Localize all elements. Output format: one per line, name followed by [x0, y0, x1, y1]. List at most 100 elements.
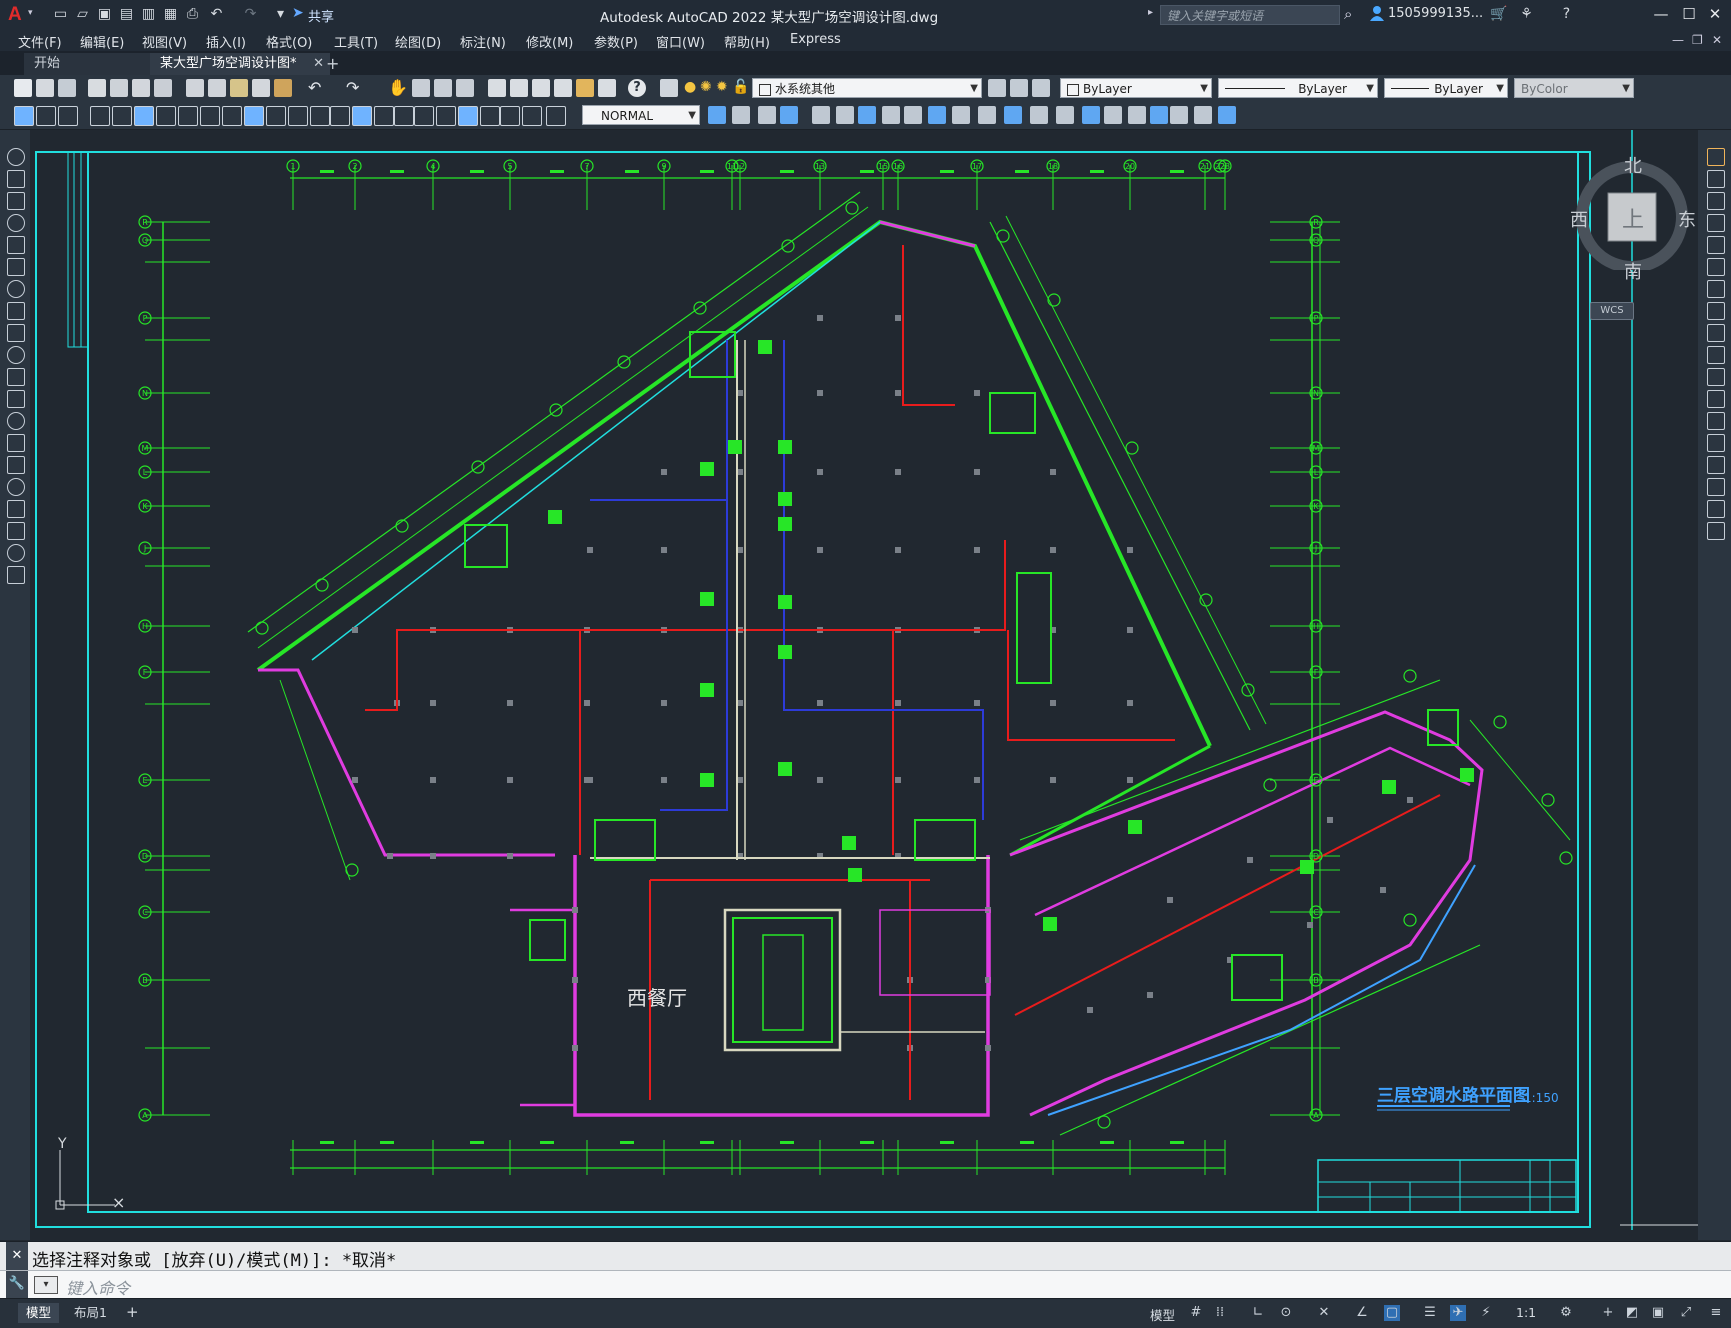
model-space-toggle[interactable]: 模型 — [1150, 1305, 1175, 1324]
minimize-window-icon[interactable]: — — [1650, 4, 1672, 24]
modify-tool-icon[interactable] — [1707, 302, 1725, 320]
recent-commands-icon[interactable]: ▾ — [34, 1276, 58, 1294]
dimension-tool-icon[interactable] — [436, 106, 456, 126]
viewcube-west[interactable]: 西 — [1570, 206, 1588, 232]
menu-tools[interactable]: 工具(T) — [334, 32, 378, 51]
dimension-tool-icon[interactable] — [58, 106, 78, 126]
dimension-tool-icon[interactable] — [112, 106, 132, 126]
user-name[interactable]: 1505999135... — [1388, 6, 1483, 21]
tab-drawing[interactable]: 某大型广场空调设计图* ✕ — [150, 53, 330, 75]
draw-tool-icon[interactable] — [7, 280, 25, 298]
modify-tool-icon[interactable] — [1707, 236, 1725, 254]
plotstyle-dropdown[interactable]: ByColor ▼ — [1514, 78, 1634, 98]
dimension-tool-icon[interactable] — [522, 106, 542, 126]
menu-edit[interactable]: 编辑(E) — [80, 32, 124, 51]
redo-toolbar-icon[interactable]: ↷ — [346, 78, 359, 97]
menu-file[interactable]: 文件(F) — [18, 32, 62, 51]
menu-window[interactable]: 窗口(W) — [656, 32, 705, 51]
help-toolbar-icon[interactable]: ? — [628, 79, 646, 97]
app-menu-chevron-icon[interactable]: ▾ — [28, 8, 33, 18]
color-dropdown[interactable]: ByLayer ▼ — [1060, 78, 1212, 98]
dimension-tool-icon[interactable] — [288, 106, 308, 126]
modify-tool-icon[interactable] — [1707, 412, 1725, 430]
modify-tool-icon[interactable] — [1707, 522, 1725, 540]
menu-dimension[interactable]: 标注(N) — [460, 32, 506, 51]
viewcube[interactable]: 北 南 西 东 上 — [1568, 150, 1696, 283]
draw-tool-icon[interactable] — [7, 214, 25, 232]
close-command-icon[interactable]: ✕ — [6, 1248, 28, 1263]
dimension-tool-icon[interactable] — [266, 106, 286, 126]
autocad-logo-icon[interactable]: A — [8, 4, 28, 25]
modify-tool-icon[interactable] — [952, 106, 970, 124]
viewcube-south[interactable]: 南 — [1624, 258, 1642, 284]
dimension-tool-icon[interactable] — [374, 106, 394, 126]
modify-tool-icon[interactable] — [1056, 106, 1074, 124]
redo-icon[interactable]: ↷ — [242, 6, 259, 22]
layer-viewport-freeze-icon[interactable]: ✹ — [716, 79, 728, 95]
modify-tool-icon[interactable] — [882, 106, 900, 124]
modify-tool-icon[interactable] — [1707, 390, 1725, 408]
modify-tool-icon[interactable] — [780, 106, 798, 124]
draw-tool-icon[interactable] — [7, 148, 25, 166]
ortho-icon[interactable]: ∟ — [1250, 1305, 1266, 1321]
modify-tool-icon[interactable] — [1218, 106, 1236, 124]
dimension-tool-icon[interactable] — [480, 106, 500, 126]
doc-restore-icon[interactable]: ❐ — [1692, 33, 1703, 47]
draw-tool-icon[interactable] — [7, 192, 25, 210]
draw-tool-icon[interactable] — [7, 544, 25, 562]
undo-toolbar-icon[interactable]: ↶ — [308, 78, 321, 97]
plus-icon[interactable]: + — [1600, 1305, 1616, 1321]
dimension-tool-icon[interactable] — [178, 106, 198, 126]
tab-close-icon[interactable]: ✕ — [313, 53, 324, 75]
layer-on-icon[interactable]: ● — [684, 79, 696, 95]
tab-model[interactable]: 模型 — [18, 1303, 60, 1323]
pan-icon[interactable]: ✋ — [388, 78, 408, 97]
new-icon[interactable] — [14, 79, 32, 97]
fullscreen-icon[interactable]: ⤢ — [1678, 1305, 1694, 1321]
dimension-tool-icon[interactable] — [546, 106, 566, 126]
dimension-tool-icon[interactable] — [414, 106, 434, 126]
snap-icon[interactable]: ⁞⁞ — [1212, 1305, 1228, 1321]
draw-tool-icon[interactable] — [7, 236, 25, 254]
search-icon[interactable]: ⌕ — [1344, 5, 1352, 23]
share-icon[interactable]: ➤ — [292, 5, 304, 21]
isometric-icon[interactable]: ∠ — [1354, 1305, 1370, 1321]
doc-close-icon[interactable]: ✕ — [1712, 33, 1722, 47]
cut-icon[interactable] — [186, 79, 204, 97]
dimension-tool-icon[interactable] — [134, 106, 154, 126]
dimension-tool-icon[interactable] — [200, 106, 220, 126]
modify-tool-icon[interactable] — [812, 106, 830, 124]
draw-tool-icon[interactable] — [7, 258, 25, 276]
workspace-gear-icon[interactable]: ⚙ — [1558, 1305, 1574, 1321]
modify-tool-icon[interactable] — [1707, 324, 1725, 342]
share-button[interactable]: 共享 — [308, 6, 334, 25]
plot-toolbar-icon[interactable] — [88, 79, 106, 97]
modify-tool-icon[interactable] — [1707, 192, 1725, 210]
open-icon[interactable] — [36, 79, 54, 97]
selection-cycling-icon[interactable]: ▢ — [1384, 1305, 1400, 1321]
viewcube-north[interactable]: 北 — [1624, 152, 1642, 178]
drawing-canvas[interactable]: 1 2 4 5 7 9 11 12 13 15 16 17 18 20 21 22 23 R R Q Q P P N N M M L L… — [30, 130, 1698, 1240]
draw-tool-icon[interactable] — [7, 478, 25, 496]
sheet-set-icon[interactable] — [554, 79, 572, 97]
linetype-dropdown[interactable]: ByLayer ▼ — [1218, 78, 1378, 98]
modify-tool-icon[interactable] — [1194, 106, 1212, 124]
menu-draw[interactable]: 绘图(D) — [395, 32, 441, 51]
modify-tool-icon[interactable] — [1707, 148, 1725, 166]
plot-preview-icon[interactable] — [110, 79, 128, 97]
modify-tool-icon[interactable] — [1707, 170, 1725, 188]
modify-tool-icon[interactable] — [1707, 368, 1725, 386]
autodesk-app-icon[interactable]: ⚘ — [1518, 6, 1535, 22]
layer-freeze-icon[interactable]: ✺ — [700, 79, 712, 95]
save-as-icon[interactable]: ▤ — [118, 6, 135, 22]
calculator-icon[interactable] — [598, 79, 616, 97]
save-toolbar-icon[interactable] — [58, 79, 76, 97]
modify-tool-icon[interactable] — [1707, 478, 1725, 496]
modify-tool-icon[interactable] — [1082, 106, 1100, 124]
customize-icon[interactable]: 🔧 — [6, 1271, 28, 1299]
new-tab-icon[interactable]: + — [326, 54, 339, 73]
publish-icon[interactable] — [132, 79, 150, 97]
copy-icon[interactable] — [208, 79, 226, 97]
draw-tool-icon[interactable] — [7, 412, 25, 430]
block-editor-icon[interactable] — [274, 79, 292, 97]
